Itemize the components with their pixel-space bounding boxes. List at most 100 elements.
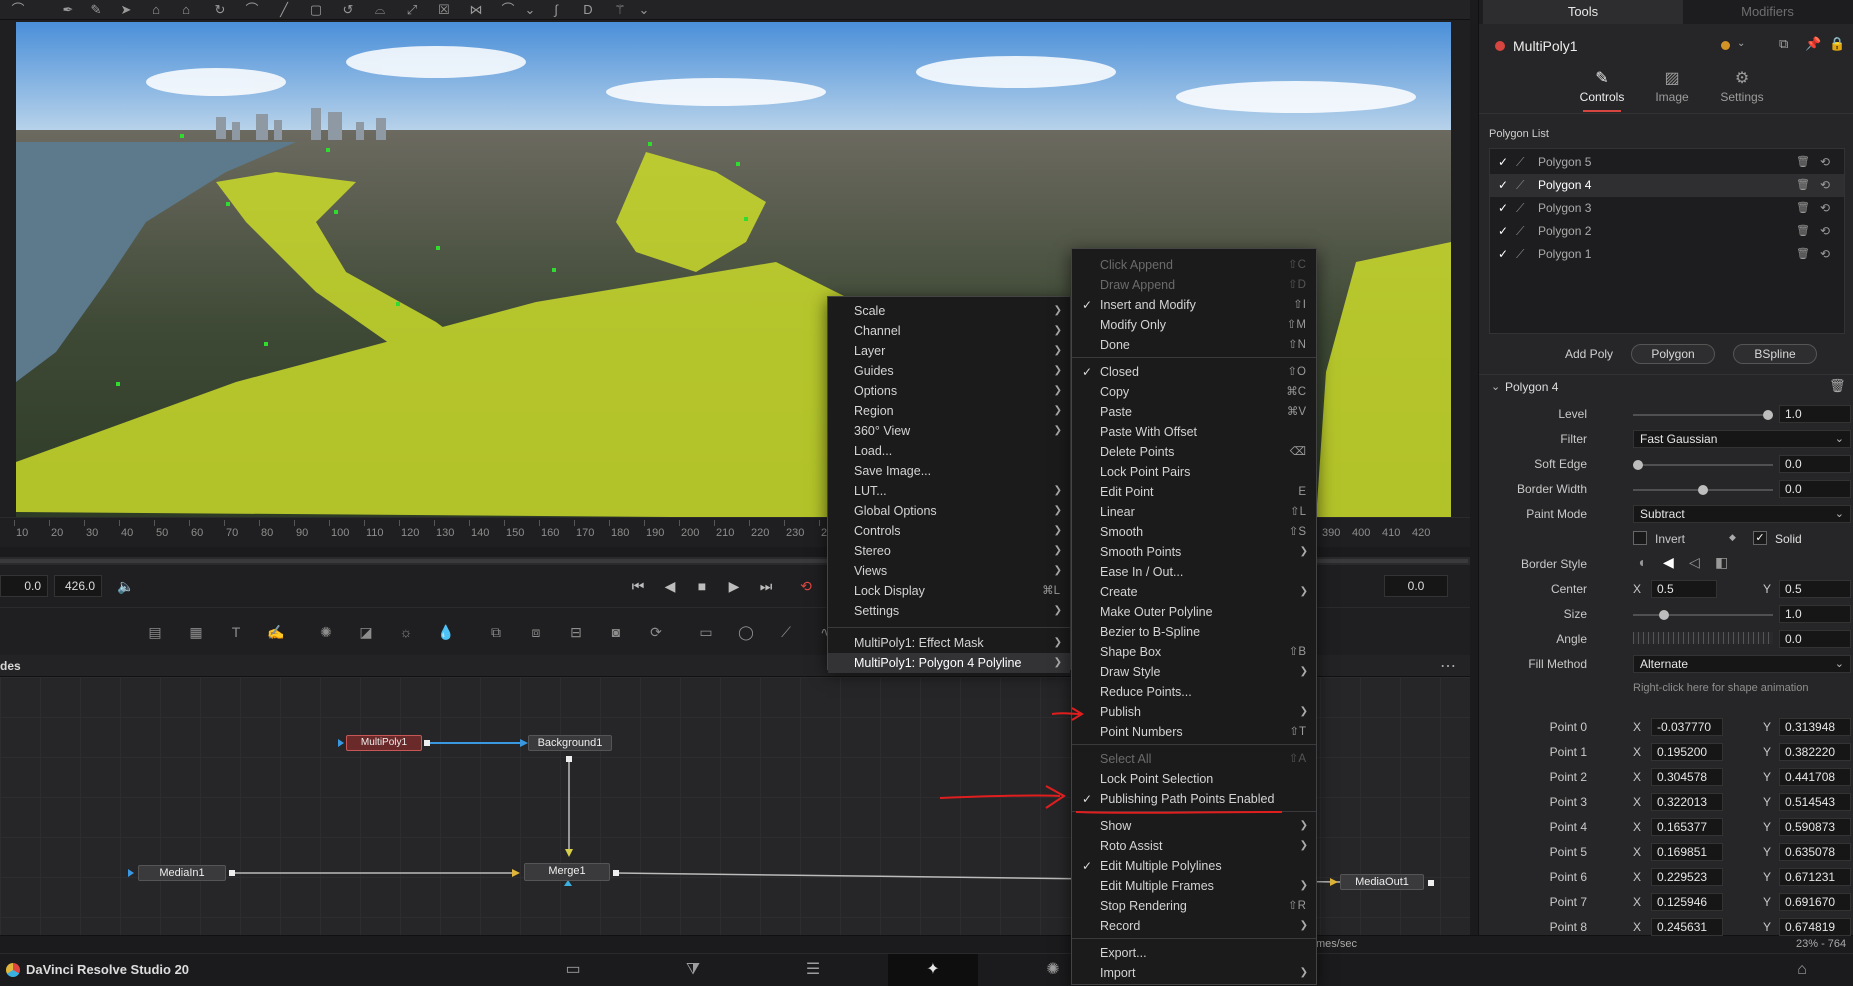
level-field[interactable]: 1.0 xyxy=(1779,405,1851,423)
soft-edge-field[interactable]: 0.0 xyxy=(1779,455,1851,473)
checkmark-icon[interactable]: ✓ xyxy=(1498,197,1508,220)
submenu-item[interactable]: Record ❯ xyxy=(1072,916,1316,936)
reset-icon[interactable]: ⟲ xyxy=(1820,220,1830,243)
point-y-field[interactable]: 0.674819 xyxy=(1779,918,1851,936)
polygon-list-item[interactable]: ✓ ⟋ Polygon 2 🗑 ⟲ xyxy=(1490,220,1844,243)
wand-icon[interactable]: ⚚ xyxy=(612,2,628,18)
ellipse-mask-icon[interactable]: ◯ xyxy=(736,622,756,642)
image-tool-icon[interactable]: ▦ xyxy=(186,622,206,642)
reset-icon[interactable]: ⟲ xyxy=(1820,197,1830,220)
submenu-item[interactable]: Done ⇧N xyxy=(1072,335,1316,355)
submenu-item[interactable]: Export... xyxy=(1072,943,1316,963)
loop-tool-icon[interactable]: ⟳ xyxy=(646,622,666,642)
node-mediaout[interactable]: MediaOut1 xyxy=(1340,874,1424,890)
chevron-down-icon[interactable]: ⌄ xyxy=(636,2,652,18)
delete-icon[interactable]: 🗑 xyxy=(1796,174,1810,197)
angle-thumbwheel[interactable] xyxy=(1633,632,1773,644)
paint-tool-icon[interactable]: ✍ xyxy=(266,622,286,642)
node-background[interactable]: Background1 xyxy=(528,735,612,751)
submenu-item[interactable]: ✓ Closed ⇧O xyxy=(1072,362,1316,382)
border-style-round-icon[interactable]: ◖ xyxy=(1637,554,1645,570)
rotate-icon[interactable]: ↻ xyxy=(212,2,228,18)
submenu-item[interactable]: ✓ Edit Multiple Polylines xyxy=(1072,856,1316,876)
context-menu-item[interactable]: Lock Display ⌘L xyxy=(828,581,1070,601)
line-icon[interactable]: ╱ xyxy=(276,2,292,18)
submenu-item[interactable]: Lock Point Pairs xyxy=(1072,462,1316,482)
polygon-list-item[interactable]: ✓ ⟋ Polygon 3 🗑 ⟲ xyxy=(1490,197,1844,220)
brightness-icon[interactable]: ☼ xyxy=(396,622,416,642)
point-x-field[interactable]: 0.125946 xyxy=(1651,893,1723,911)
submenu-item[interactable]: Modify Only ⇧M xyxy=(1072,315,1316,335)
curve-tool-icon[interactable]: ⌒ xyxy=(10,2,26,18)
subtab-image[interactable]: ▨ Image xyxy=(1637,68,1707,112)
reset-icon[interactable]: ⟲ xyxy=(1820,151,1830,174)
submenu-item[interactable]: Make Outer Polyline xyxy=(1072,602,1316,622)
mask-tool-icon[interactable]: ◙ xyxy=(606,622,626,642)
polygon-list[interactable]: ✓ ⟋ Polygon 5 🗑 ⟲ ✓ ⟋ Polygon 4 🗑 ⟲ ✓ ⟋ Polygon 3 🗑 ⟲ ✓… xyxy=(1489,148,1845,334)
render-start-field[interactable]: 0.0 xyxy=(0,575,48,597)
submenu-item[interactable]: Ease In / Out... xyxy=(1072,562,1316,582)
checkmark-icon[interactable]: ✓ xyxy=(1498,151,1508,174)
context-menu-item[interactable]: Save Image... xyxy=(828,461,1070,481)
polygon-mask-icon[interactable]: ⟋ xyxy=(776,622,796,642)
point-y-field[interactable]: 0.691670 xyxy=(1779,893,1851,911)
submenu-item[interactable]: Stop Rendering ⇧R xyxy=(1072,896,1316,916)
nodes-icon[interactable]: ⋈ xyxy=(468,2,484,18)
refresh-icon[interactable]: ↺ xyxy=(340,2,356,18)
pen-tool-icon[interactable]: ✒ xyxy=(60,2,76,18)
go-to-start-icon[interactable]: ⏮ xyxy=(628,576,648,596)
background-tool-icon[interactable]: ▤ xyxy=(145,622,165,642)
polygon-list-item[interactable]: ✓ ⟋ Polygon 4 🗑 ⟲ xyxy=(1490,174,1844,197)
submenu-item[interactable]: ✓ Insert and Modify ⇧I xyxy=(1072,295,1316,315)
node-mediain[interactable]: MediaIn1 xyxy=(138,865,226,881)
pencil-icon[interactable]: ✎ xyxy=(88,2,104,18)
context-menu-item[interactable]: Guides ❯ xyxy=(828,361,1070,381)
fill-method-dropdown[interactable]: Alternate ⌄ xyxy=(1633,655,1851,673)
polygon-list-item[interactable]: ✓ ⟋ Polygon 5 🗑 ⟲ xyxy=(1490,151,1844,174)
submenu-item[interactable]: Delete Points ⌫ xyxy=(1072,442,1316,462)
home-icon[interactable]: ⌂ xyxy=(1772,954,1832,986)
particles-icon[interactable]: ✺ xyxy=(316,622,336,642)
center-x-field[interactable]: 0.5 xyxy=(1651,580,1717,598)
curve-icon[interactable]: ⌒ xyxy=(244,2,260,18)
context-menu-item[interactable]: Global Options ❯ xyxy=(828,501,1070,521)
node-merge[interactable]: Merge1 xyxy=(524,863,610,881)
size-slider[interactable] xyxy=(1633,610,1773,620)
select-arrow-icon[interactable]: ➤ xyxy=(118,2,134,18)
text-tool-icon[interactable]: T xyxy=(226,622,246,642)
d-icon[interactable]: D xyxy=(580,2,596,18)
tab-tools[interactable]: Tools xyxy=(1483,0,1683,24)
lock-icon[interactable]: ⌂ xyxy=(148,2,164,18)
shape-animation-hint[interactable]: Right-click here for shape animation xyxy=(1633,682,1808,694)
submenu-item[interactable]: Paste ⌘V xyxy=(1072,402,1316,422)
point-x-field[interactable]: 0.245631 xyxy=(1651,918,1723,936)
add-polygon-button[interactable]: Polygon xyxy=(1631,344,1715,364)
media-page-icon[interactable]: ▭ xyxy=(528,954,618,986)
version-dot-icon[interactable] xyxy=(1721,41,1730,50)
node-multipoly[interactable]: MultiPoly1 xyxy=(346,735,422,751)
bend-icon[interactable]: ⌒ xyxy=(500,2,516,18)
play-icon[interactable]: ▶ xyxy=(724,576,744,596)
submenu-item[interactable]: Linear ⇧L xyxy=(1072,502,1316,522)
submenu-item[interactable]: Draw Style ❯ xyxy=(1072,662,1316,682)
center-y-field[interactable]: 0.5 xyxy=(1779,580,1851,598)
point-x-field[interactable]: 0.229523 xyxy=(1651,868,1723,886)
loop-icon[interactable]: ⟲ xyxy=(796,576,816,596)
edit-page-icon[interactable]: ☰ xyxy=(768,954,858,986)
delete-icon[interactable]: 🗑 xyxy=(1796,243,1810,266)
submenu-item[interactable]: Edit Multiple Frames ❯ xyxy=(1072,876,1316,896)
tab-modifiers[interactable]: Modifiers xyxy=(1685,0,1850,24)
point-x-field[interactable]: -0.037770 xyxy=(1651,718,1723,736)
context-menu-item[interactable]: 360° View ❯ xyxy=(828,421,1070,441)
border-style-bevel-icon[interactable]: ◁ xyxy=(1689,554,1700,571)
point-y-field[interactable]: 0.514543 xyxy=(1779,793,1851,811)
fusion-page-icon[interactable]: ✦ xyxy=(888,954,978,986)
chevron-down-icon[interactable]: ⌄ xyxy=(522,2,538,18)
context-menu-item[interactable]: Settings ❯ xyxy=(828,601,1070,621)
delete-icon[interactable]: 🗑 xyxy=(1796,220,1810,243)
color-curves-icon[interactable]: ◪ xyxy=(356,622,376,642)
delete-icon[interactable]: 🗑 xyxy=(1796,151,1810,174)
level-slider[interactable] xyxy=(1633,410,1773,420)
subtab-settings[interactable]: ⚙ Settings xyxy=(1707,68,1777,112)
submenu-item[interactable]: Smooth Points ❯ xyxy=(1072,542,1316,562)
